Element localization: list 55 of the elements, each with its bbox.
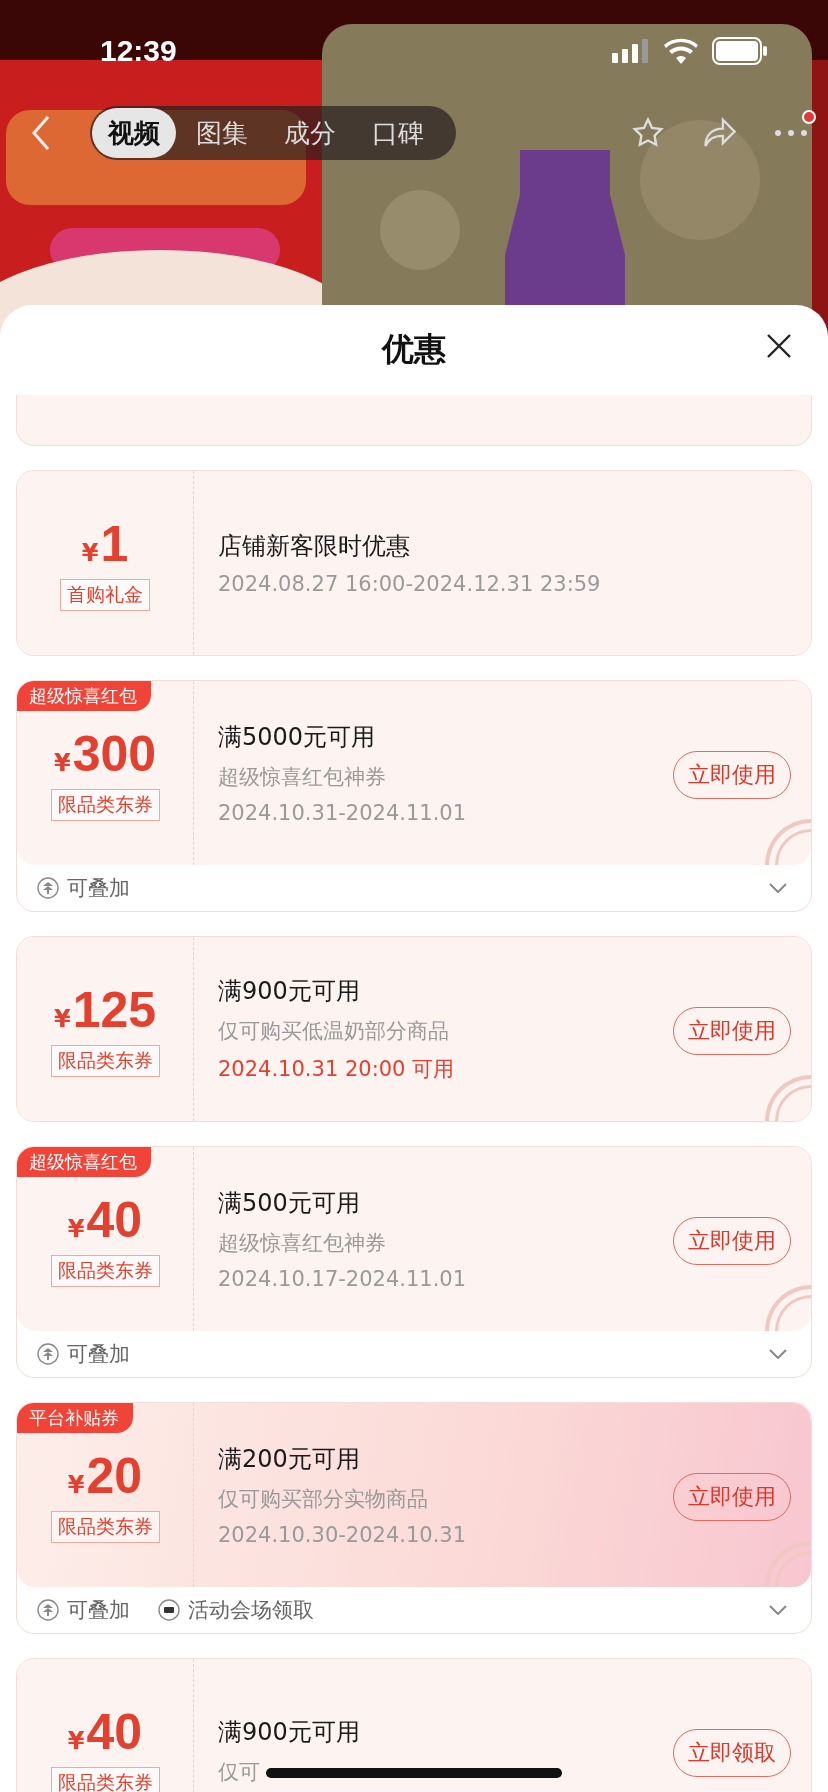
coupon-title: 满5000元可用 bbox=[218, 722, 376, 753]
media-tab[interactable]: 口碑 bbox=[356, 108, 440, 158]
coupon-title: 满200元可用 bbox=[218, 1444, 360, 1475]
coupon-validity: 2024.10.17-2024.11.01 bbox=[218, 1267, 467, 1291]
coupon-validity: 2024.08.27 16:00-2024.12.31 23:59 bbox=[218, 572, 601, 596]
stack-icon bbox=[37, 1343, 59, 1365]
coupon-tag: 超级惊喜红包 bbox=[17, 1147, 151, 1177]
coupon-title: 满900元可用 bbox=[218, 976, 360, 1007]
signal-icon bbox=[612, 39, 650, 63]
expand-icon[interactable] bbox=[769, 883, 787, 893]
coupon-tag: 平台补贴券 bbox=[17, 1403, 133, 1433]
media-tab[interactable]: 图集 bbox=[180, 108, 264, 158]
coupon-validity: 2024.10.30-2024.10.31 bbox=[218, 1523, 467, 1547]
coupon-scope: 仅可购买低温奶部分商品 bbox=[218, 1018, 449, 1045]
coupon-validity: 2024.10.31 20:00 可用 bbox=[218, 1056, 455, 1083]
expand-icon[interactable] bbox=[769, 1605, 787, 1615]
coupon-feature: 可叠加 bbox=[37, 1340, 130, 1368]
ticket-icon bbox=[158, 1599, 180, 1621]
media-tab[interactable]: 视频 bbox=[92, 108, 176, 158]
coupon-title: 店铺新客限时优惠 bbox=[218, 531, 410, 562]
coupon-type-label: 限品类东券 bbox=[50, 1767, 160, 1792]
coupon-scope: 超级惊喜红包神券 bbox=[218, 764, 386, 791]
coupon-feature: 可叠加 bbox=[37, 874, 130, 902]
coupon-amount: ¥20 bbox=[67, 1447, 143, 1505]
coupon-amount: ¥40 bbox=[67, 1191, 143, 1249]
back-button[interactable] bbox=[30, 115, 52, 151]
battery-icon bbox=[712, 37, 768, 65]
coupon-type-label: 限品类东券 bbox=[50, 1255, 160, 1287]
coupon-type-label: 限品类东券 bbox=[50, 789, 160, 821]
coupon-tag: 超级惊喜红包 bbox=[17, 681, 151, 711]
more-button[interactable] bbox=[774, 129, 808, 137]
coupon-feature: 活动会场领取 bbox=[158, 1596, 314, 1624]
wifi-icon bbox=[664, 38, 698, 64]
sheet-title: 优惠 bbox=[382, 329, 446, 370]
coupon-scope: 超级惊喜红包神券 bbox=[218, 1230, 386, 1257]
coupon-feature: 可叠加 bbox=[37, 1596, 130, 1624]
coupon-amount: ¥300 bbox=[53, 725, 157, 783]
stack-icon bbox=[37, 877, 59, 899]
stack-icon bbox=[37, 1599, 59, 1621]
coupon-validity: 2024.10.31-2024.11.01 bbox=[218, 801, 467, 825]
coupon-type-label: 限品类东券 bbox=[50, 1511, 160, 1543]
coupon-amount: ¥40 bbox=[67, 1703, 143, 1761]
coupon-amount: ¥1 bbox=[81, 515, 129, 573]
media-tab[interactable]: 成分 bbox=[268, 108, 352, 158]
coupon-title: 满500元可用 bbox=[218, 1188, 360, 1219]
coupon-amount: ¥125 bbox=[53, 981, 157, 1039]
share-button[interactable] bbox=[702, 117, 738, 149]
close-button[interactable] bbox=[766, 333, 792, 359]
expand-icon[interactable] bbox=[769, 1349, 787, 1359]
coupon-title: 满900元可用 bbox=[218, 1717, 360, 1748]
coupon-scope: 仅可 bbox=[218, 1759, 260, 1786]
coupon-type-label: 首购礼金 bbox=[60, 579, 150, 611]
coupon-type-label: 限品类东券 bbox=[50, 1045, 160, 1077]
status-time: 12:39 bbox=[100, 34, 177, 68]
coupon-scope: 仅可购买部分实物商品 bbox=[218, 1486, 428, 1513]
